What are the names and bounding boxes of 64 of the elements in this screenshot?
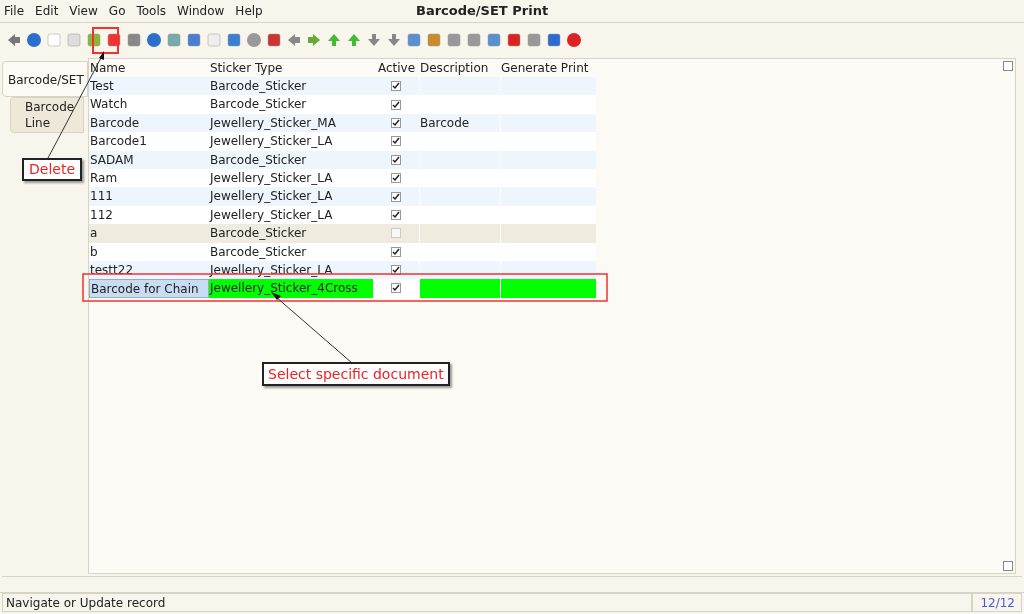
table-cell[interactable]: Barcode_Sticker (209, 242, 373, 261)
column-header[interactable]: Sticker Type (209, 59, 373, 77)
table-cell[interactable]: Barcode_Sticker (209, 150, 373, 169)
highlight-frame (92, 27, 119, 54)
side-tab[interactable]: Barcode/SET (2, 61, 88, 97)
table-cell[interactable]: Barcode for Chain (89, 279, 209, 298)
table-cell[interactable]: Barcode_Sticker (209, 95, 373, 114)
checkbox[interactable] (391, 246, 401, 257)
column-header[interactable]: Active (373, 59, 419, 77)
checkbox[interactable] (391, 173, 401, 184)
table-cell[interactable]: Barcode (89, 113, 209, 133)
menu-item[interactable]: File (4, 2, 25, 20)
forward-icon[interactable] (306, 31, 322, 48)
checkbox[interactable] (391, 191, 401, 202)
column-header[interactable]: Name (89, 59, 209, 77)
undo-icon[interactable] (6, 31, 22, 48)
menu-item[interactable]: Go (108, 2, 126, 20)
table-cell[interactable]: Jewellery_Sticker_4Cross (209, 279, 373, 298)
table-cell[interactable] (500, 279, 596, 298)
dropdown-button[interactable] (1003, 561, 1013, 571)
table-cell[interactable]: Jewellery_Sticker_MA (209, 113, 373, 133)
menu-item[interactable]: Edit (35, 2, 59, 20)
menu-item[interactable]: Window (177, 2, 225, 20)
table-cell[interactable]: 112 (89, 205, 209, 225)
table-cell[interactable]: Barcode_Sticker (209, 224, 373, 243)
column-header[interactable]: Description (419, 59, 500, 77)
table-cell[interactable]: Ram (89, 168, 209, 188)
checkbox[interactable] (391, 154, 401, 165)
table-cell[interactable]: Jewellery_Sticker_LA (209, 132, 373, 151)
checkbox[interactable] (391, 81, 401, 92)
menu-item[interactable]: Help (235, 2, 263, 20)
checkbox[interactable] (391, 265, 401, 276)
table-cell[interactable]: Barcode_Sticker (209, 77, 373, 96)
table-cell[interactable]: a (89, 224, 209, 243)
side-tab[interactable]: Barcode Line (10, 97, 84, 133)
last-icon[interactable] (386, 31, 402, 48)
checkbox[interactable] (391, 117, 401, 128)
column-header[interactable]: Generate Print (500, 59, 596, 77)
down-icon[interactable] (366, 31, 382, 48)
scroll-button[interactable] (1003, 61, 1013, 71)
menu-item[interactable]: View (69, 2, 98, 20)
menu-item[interactable]: Tools (136, 2, 167, 20)
checkbox[interactable] (391, 136, 401, 147)
status-message: Navigate or Update record (2, 593, 972, 612)
table-cell[interactable]: 111 (89, 187, 209, 206)
table-cell[interactable]: Jewellery_Sticker_LA (209, 205, 373, 225)
table-cell[interactable]: Barcode (419, 113, 500, 133)
callout-label: Delete (22, 158, 82, 181)
table-cell[interactable]: Barcode1 (89, 132, 209, 151)
checkbox[interactable] (391, 209, 401, 220)
record-count: 12/12 (972, 593, 1022, 612)
table-cell[interactable]: b (89, 242, 209, 261)
table-cell[interactable]: Jewellery_Sticker_LA (209, 168, 373, 188)
table-cell[interactable]: SADAM (89, 150, 209, 169)
table-cell[interactable]: Jewellery_Sticker_LA (209, 187, 373, 206)
callout-label: Select specific document (262, 362, 450, 386)
back-icon[interactable] (286, 31, 302, 48)
checkbox[interactable] (391, 228, 401, 239)
checkbox[interactable] (391, 283, 401, 294)
table-cell[interactable] (419, 279, 500, 298)
checkbox[interactable] (391, 99, 401, 110)
table-cell[interactable]: Watch (89, 95, 209, 114)
window-title: Barcode/SET Print (416, 2, 549, 21)
table-cell[interactable]: Test (89, 77, 209, 96)
